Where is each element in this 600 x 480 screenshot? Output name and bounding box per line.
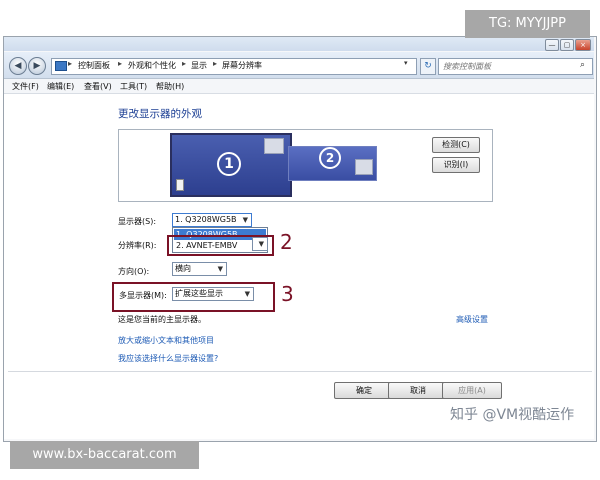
resolution-label: 分辨率(R): — [118, 241, 157, 250]
refresh-icon: ↻ — [424, 61, 432, 71]
monitor-2-number: 2 — [319, 147, 341, 169]
divider — [8, 371, 592, 372]
zhihu-watermark: 知乎 @VM视酷运作 — [450, 407, 575, 423]
maximize-button[interactable]: ▢ — [560, 39, 574, 51]
search-input[interactable] — [443, 60, 571, 72]
identify-button[interactable]: 识别(I) — [432, 157, 480, 173]
menu-edit[interactable]: 编辑(E) — [47, 81, 74, 92]
title-bar — [4, 37, 594, 51]
annotation-box-2 — [167, 235, 274, 256]
apply-button[interactable]: 应用(A) — [442, 382, 502, 399]
display-label: 显示器(S): — [118, 217, 157, 226]
breadcrumb-display[interactable]: 显示 — [191, 60, 207, 71]
display-select-value: 1. Q3208WG5B — [175, 215, 237, 224]
close-button[interactable]: × — [575, 39, 591, 51]
minimize-button[interactable]: — — [545, 39, 559, 51]
annotation-number-3: 3 — [281, 282, 294, 306]
breadcrumb-separator-icon: ▸ — [213, 59, 218, 68]
monitor-grid-icon — [355, 159, 373, 175]
annotation-number-2: 2 — [280, 230, 293, 254]
detect-button[interactable]: 检测(C) — [432, 137, 480, 153]
monitor-1-number: 1 — [217, 152, 241, 176]
search-icon[interactable]: ⌕ — [580, 60, 585, 70]
forward-button[interactable]: ▶ — [28, 57, 46, 75]
monitor-grid-icon — [264, 138, 284, 154]
watermark-tag-label: TG: MYYJJPP — [465, 10, 590, 38]
advanced-settings-link[interactable]: 高级设置 — [456, 314, 488, 325]
menu-tools[interactable]: 工具(T) — [120, 81, 147, 92]
menu-view[interactable]: 查看(V) — [84, 81, 112, 92]
annotation-box-3 — [112, 282, 275, 312]
menu-help[interactable]: 帮助(H) — [156, 81, 184, 92]
orientation-label: 方向(O): — [118, 267, 150, 276]
taskbar-icon — [176, 179, 184, 191]
breadcrumb-screen-resolution[interactable]: 屏幕分辨率 — [222, 60, 262, 71]
display-select[interactable]: 1. Q3208WG5B ▼ — [172, 213, 252, 227]
back-arrow-icon: ◀ — [14, 61, 22, 71]
address-dropdown-icon[interactable]: ▾ — [404, 59, 408, 67]
breadcrumb-separator-icon: ▸ — [118, 59, 123, 68]
ok-button[interactable]: 确定 — [334, 382, 394, 399]
search-box[interactable] — [438, 58, 593, 75]
breadcrumb-separator-icon: ▸ — [182, 59, 187, 68]
breadcrumb-control-panel[interactable]: 控制面板 — [78, 60, 110, 71]
orientation-select[interactable]: 横向 ▼ — [172, 262, 227, 276]
breadcrumb-appearance[interactable]: 外观和个性化 — [128, 60, 176, 71]
forward-arrow-icon: ▶ — [33, 61, 41, 71]
breadcrumb-separator-icon: ▸ — [68, 59, 73, 68]
chevron-down-icon: ▼ — [217, 265, 223, 273]
site-url-label: www.bx-baccarat.com — [10, 441, 199, 469]
refresh-button[interactable]: ↻ — [420, 58, 436, 75]
primary-display-note: 这是您当前的主显示器。 — [118, 315, 206, 324]
page-title: 更改显示器的外观 — [118, 108, 202, 120]
cancel-button[interactable]: 取消 — [388, 382, 448, 399]
orientation-select-value: 横向 — [175, 264, 191, 273]
back-button[interactable]: ◀ — [9, 57, 27, 75]
control-panel-icon — [55, 61, 67, 71]
chevron-down-icon: ▼ — [242, 216, 248, 224]
display-settings-help-link[interactable]: 我应该选择什么显示器设置? — [118, 353, 218, 364]
text-size-link[interactable]: 放大或缩小文本和其他项目 — [118, 335, 214, 346]
menu-file[interactable]: 文件(F) — [12, 81, 39, 92]
